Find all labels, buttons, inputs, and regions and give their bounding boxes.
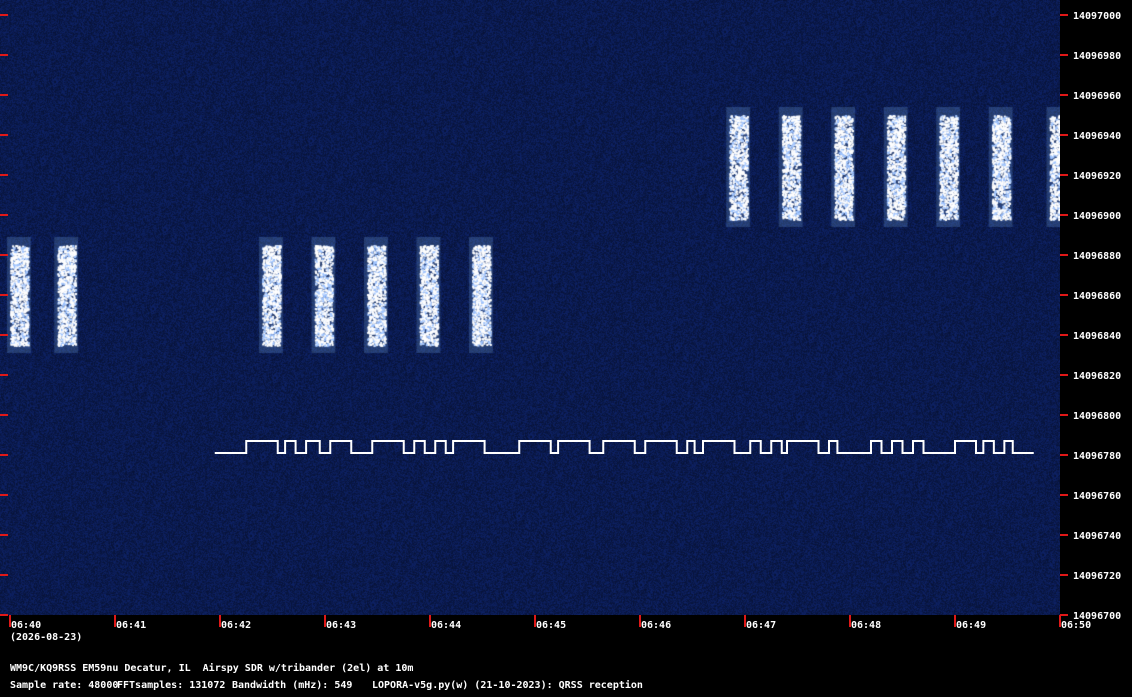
qrss-trace	[214, 440, 1034, 454]
y-tick-label: 14096900	[1073, 211, 1121, 222]
y-tick-label: 14096780	[1073, 451, 1121, 462]
x-tick-label: 06:46	[641, 620, 671, 631]
y-tick-label: 14096820	[1073, 371, 1121, 382]
x-tick-label: 06:40	[11, 620, 41, 631]
y-tick-label: 14096720	[1073, 571, 1121, 582]
y-tick-label: 14096880	[1073, 251, 1121, 262]
fft-samples: FFTsamples: 131072	[117, 680, 226, 691]
x-tick-label: 06:50	[1061, 620, 1091, 631]
y-tick-label: 14096940	[1073, 131, 1121, 142]
station-info: WM9C/KQ9RSS EM59nu Decatur, IL Airspy SD…	[10, 663, 414, 674]
spectrogram-chart: 14096700 14096720 14096740 14096760 14096780…	[0, 0, 1132, 697]
x-tick-label: 06:48	[851, 620, 881, 631]
y-tick-label: 14096800	[1073, 411, 1121, 422]
y-axis-panel	[1060, 0, 1132, 697]
x-tick-label: 06:45	[536, 620, 566, 631]
axes-overlay: 1409670014096720140967401409676014096780…	[0, 0, 1132, 697]
y-tick-label: 14096760	[1073, 491, 1121, 502]
y-tick-label: 14096960	[1073, 91, 1121, 102]
date-label: (2026-08-23)	[10, 632, 83, 643]
software-info: LOPORA-v5g.py(w) (21-10-2023): QRSS rece…	[372, 680, 643, 691]
y-tick-label: 14096740	[1073, 531, 1121, 542]
x-tick-label: 06:41	[116, 620, 146, 631]
x-tick-label: 06:43	[326, 620, 356, 631]
y-tick-label: 14096920	[1073, 171, 1121, 182]
x-tick-label: 06:49	[956, 620, 986, 631]
y-tick-label: 14096860	[1073, 291, 1121, 302]
sample-rate: Sample rate: 48000	[10, 680, 119, 691]
x-tick-label: 06:47	[746, 620, 776, 631]
x-tick-label: 06:44	[431, 620, 461, 631]
y-tick-label: 14096980	[1073, 51, 1121, 62]
x-tick-label: 06:42	[221, 620, 251, 631]
bandwidth: Bandwidth (mHz): 549	[232, 680, 353, 691]
y-tick-label: 14097000	[1073, 11, 1121, 22]
y-tick-label: 14096840	[1073, 331, 1121, 342]
